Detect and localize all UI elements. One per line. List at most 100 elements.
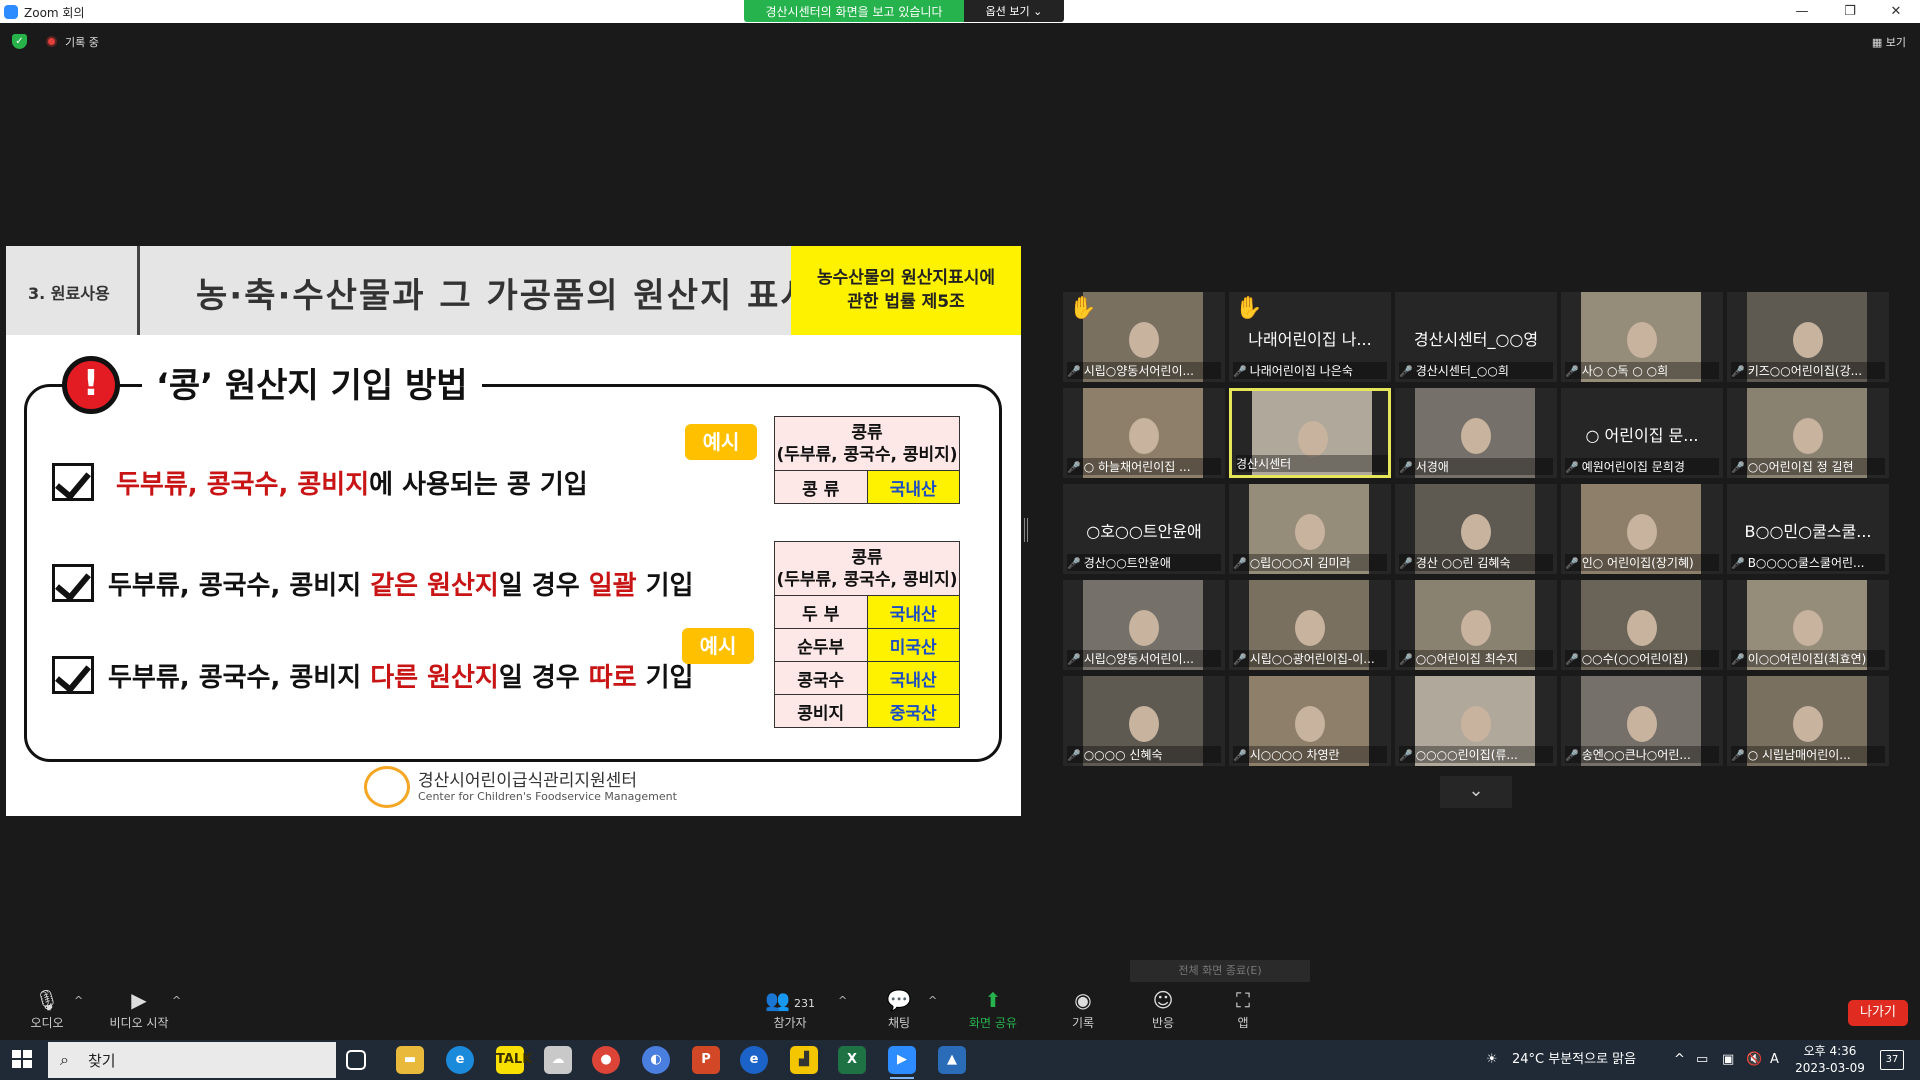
participant-tile[interactable]: 🎤 서경애 [1395, 388, 1557, 478]
windows-start-icon[interactable] [12, 1050, 34, 1070]
participant-tile[interactable]: 🎤 ○○수(○○어린이집) [1561, 580, 1723, 670]
participant-tile[interactable]: 🎤 ○○○○린이집(류... [1395, 676, 1557, 766]
sticky-notes-icon[interactable]: ▟ [790, 1046, 818, 1074]
app-icon[interactable]: ☁ [544, 1046, 572, 1074]
participant-display-name: 경산시센터_○○영 [1413, 330, 1539, 349]
slide-section: 3. 원료사용 [28, 284, 110, 303]
participant-face [1627, 706, 1657, 742]
participant-tile[interactable]: 🎤 시○○○○ 차영란 [1229, 676, 1391, 766]
header-line-1: 콩류 [851, 422, 883, 443]
security-shield-icon[interactable]: ✓ [12, 34, 27, 49]
participant-tile[interactable]: 🎤 ○ 하늘채어린이집 ... [1063, 388, 1225, 478]
start-video-button[interactable]: ▶ 비디오 시작 [104, 986, 174, 1040]
photos-icon[interactable]: ▲ [938, 1046, 966, 1074]
participant-tile[interactable]: 🎤 시립○○광어린이집-이... [1229, 580, 1391, 670]
tray-expand-icon[interactable]: ^ [1674, 1040, 1685, 1080]
chat-options-caret[interactable]: ^ [928, 994, 937, 1007]
kakaotalk-icon[interactable]: TALK [496, 1046, 532, 1074]
participant-tile[interactable]: 🎤 ○ 시립남매어린이... [1727, 676, 1889, 766]
participant-name-text: 예원어린이집 문희경 [1581, 460, 1685, 474]
participant-tile[interactable]: ✋ 🎤 시립○양동서어린이... [1063, 292, 1225, 382]
participant-name-text: 시립○양동서어린이... [1083, 364, 1194, 378]
restore-button[interactable]: ❐ [1828, 0, 1872, 23]
volume-muted-icon[interactable]: 🔇 [1746, 1040, 1762, 1080]
audio-button[interactable]: 🎙 오디오 [12, 986, 82, 1040]
view-button[interactable]: ▦ 보기 [1872, 34, 1906, 50]
network-icon[interactable]: ▭ [1696, 1040, 1708, 1080]
window-title: Zoom 회의 [24, 6, 85, 20]
share-screen-button[interactable]: ⬆ 화면 공유 [958, 986, 1028, 1040]
participant-tile[interactable]: 🎤 시립○양동서어린이... [1063, 580, 1225, 670]
weather-icon[interactable]: ☀ [1486, 1040, 1498, 1080]
leave-button[interactable]: 나가기 [1848, 1000, 1908, 1026]
rule-item-3-red2: 따로 [588, 663, 637, 693]
participant-tile[interactable]: B○○민○쿨스쿨... 🎤 B○○○○쿨스쿨어린... [1727, 484, 1889, 574]
rule-item-2-a: 두부류, 콩국수, 콩비지 [108, 571, 371, 601]
chrome-browser-icon[interactable]: ● [592, 1046, 620, 1074]
recording-status[interactable]: 기록 중 [65, 34, 99, 50]
audio-options-caret[interactable]: ^ [74, 994, 83, 1007]
weather-text[interactable]: 24°C 부분적으로 맑음 [1512, 1040, 1636, 1080]
participant-name-text: 경산 ○○린 김혜숙 [1415, 556, 1511, 570]
participant-display-name: ○호○○트안윤애 [1086, 522, 1202, 541]
excel-icon[interactable]: X [838, 1046, 866, 1074]
participant-tile[interactable]: 🎤 ○○어린이집 최수지 [1395, 580, 1557, 670]
rule-item-3: 두부류, 콩국수, 콩비지 다른 원산지일 경우 따로 기입 [108, 657, 693, 694]
participant-face [1129, 418, 1159, 454]
participant-face [1627, 514, 1657, 550]
muted-mic-icon: 🎤 [1399, 557, 1413, 570]
zoom-taskbar-icon[interactable]: ▶ [888, 1046, 916, 1079]
reactions-button[interactable]: ☺ 반응 [1128, 986, 1198, 1040]
law-line-2: 관한 법률 제5조 [847, 292, 965, 312]
example-tag-2: 예시 [682, 628, 754, 664]
share-screen-icon: ⬆ [984, 988, 1002, 1012]
table-row: 콩국수 국내산 [774, 661, 960, 695]
notification-icon[interactable]: 37 [1880, 1050, 1904, 1070]
internet-explorer-icon[interactable]: e [740, 1046, 768, 1074]
participant-tile[interactable]: 🎤 경산 ○○린 김혜숙 [1395, 484, 1557, 574]
apps-button[interactable]: ⛶ 앱 [1208, 986, 1278, 1040]
participants-button[interactable]: 👥 231 참가자 [755, 986, 825, 1040]
participant-tile[interactable]: 🎤 인○ 어린이집(장기혜) [1561, 484, 1723, 574]
participant-tile[interactable]: 🎤 ○○○○ 신혜숙 [1063, 676, 1225, 766]
gallery-next-page-button[interactable]: ⌄ [1440, 776, 1512, 808]
powerpoint-icon[interactable]: P [692, 1046, 720, 1074]
participant-tile[interactable]: 🎤 키즈○○어린이집(강... [1727, 292, 1889, 382]
participant-tile[interactable]: ○호○○트안윤애 🎤 경산○○트안윤애 [1063, 484, 1225, 574]
participant-name-text: ○○○○린이집(류... [1415, 748, 1518, 762]
participant-name: 🎤 ○○어린이집 정 길현 [1731, 458, 1885, 475]
participant-tile[interactable]: 🎤 이○○어린이집(최효연) [1727, 580, 1889, 670]
participant-name: 🎤 시○○○○ 차영란 [1233, 746, 1387, 763]
task-view-icon[interactable] [346, 1050, 366, 1070]
participant-name: 🎤 경산 ○○린 김혜숙 [1399, 554, 1553, 571]
chat-button[interactable]: 💬 채팅 [864, 986, 934, 1040]
participant-tile[interactable]: 경산시센터 [1229, 388, 1391, 478]
participants-options-caret[interactable]: ^ [838, 994, 847, 1007]
view-options-button[interactable]: 옵션 보기 ⌄ [964, 0, 1064, 22]
recording-icon [46, 36, 57, 47]
split-view-handle[interactable] [1024, 518, 1028, 542]
video-options-caret[interactable]: ^ [172, 994, 181, 1007]
edge-browser-icon[interactable]: e [446, 1046, 474, 1074]
participant-tile[interactable]: 🎤 송엔○○큰나○어린... [1561, 676, 1723, 766]
minimize-button[interactable]: — [1780, 0, 1824, 23]
participant-tile[interactable]: 🎤 사○ ○독 ○ ○희 [1561, 292, 1723, 382]
row-label: 콩 류 [774, 470, 868, 504]
file-explorer-icon[interactable]: ▬ [396, 1046, 424, 1074]
exit-fullscreen-button[interactable]: 전체 화면 종료(E) [1130, 960, 1310, 982]
participant-tile[interactable]: ○ 어린이집 문... 🎤 예원어린이집 문희경 [1561, 388, 1723, 478]
display-icon[interactable]: ▣ [1722, 1040, 1734, 1080]
record-button[interactable]: ◉ 기록 [1048, 986, 1118, 1040]
ime-indicator[interactable]: A [1770, 1040, 1779, 1080]
participant-tile[interactable]: 🎤 ○○어린이집 정 길현 [1727, 388, 1889, 478]
messenger-icon[interactable]: ◐ [642, 1046, 670, 1074]
taskbar-clock[interactable]: 오후 4:36 2023-03-09 [1795, 1043, 1865, 1077]
taskbar-search-box[interactable]: ⌕ 찾기 [48, 1042, 336, 1078]
muted-mic-icon: 🎤 [1067, 749, 1081, 762]
participant-tile[interactable]: 🎤 ○립○○○지 김미라 [1229, 484, 1391, 574]
close-button[interactable]: ✕ [1874, 0, 1918, 23]
zoom-app-icon [4, 5, 18, 19]
row-value: 국내산 [866, 470, 960, 504]
participant-tile[interactable]: 경산시센터_○○영 🎤 경산시센터_○○희 [1395, 292, 1557, 382]
participant-tile[interactable]: 나래어린이집 나... ✋ 🎤 나래어린이집 나은숙 [1229, 292, 1391, 382]
